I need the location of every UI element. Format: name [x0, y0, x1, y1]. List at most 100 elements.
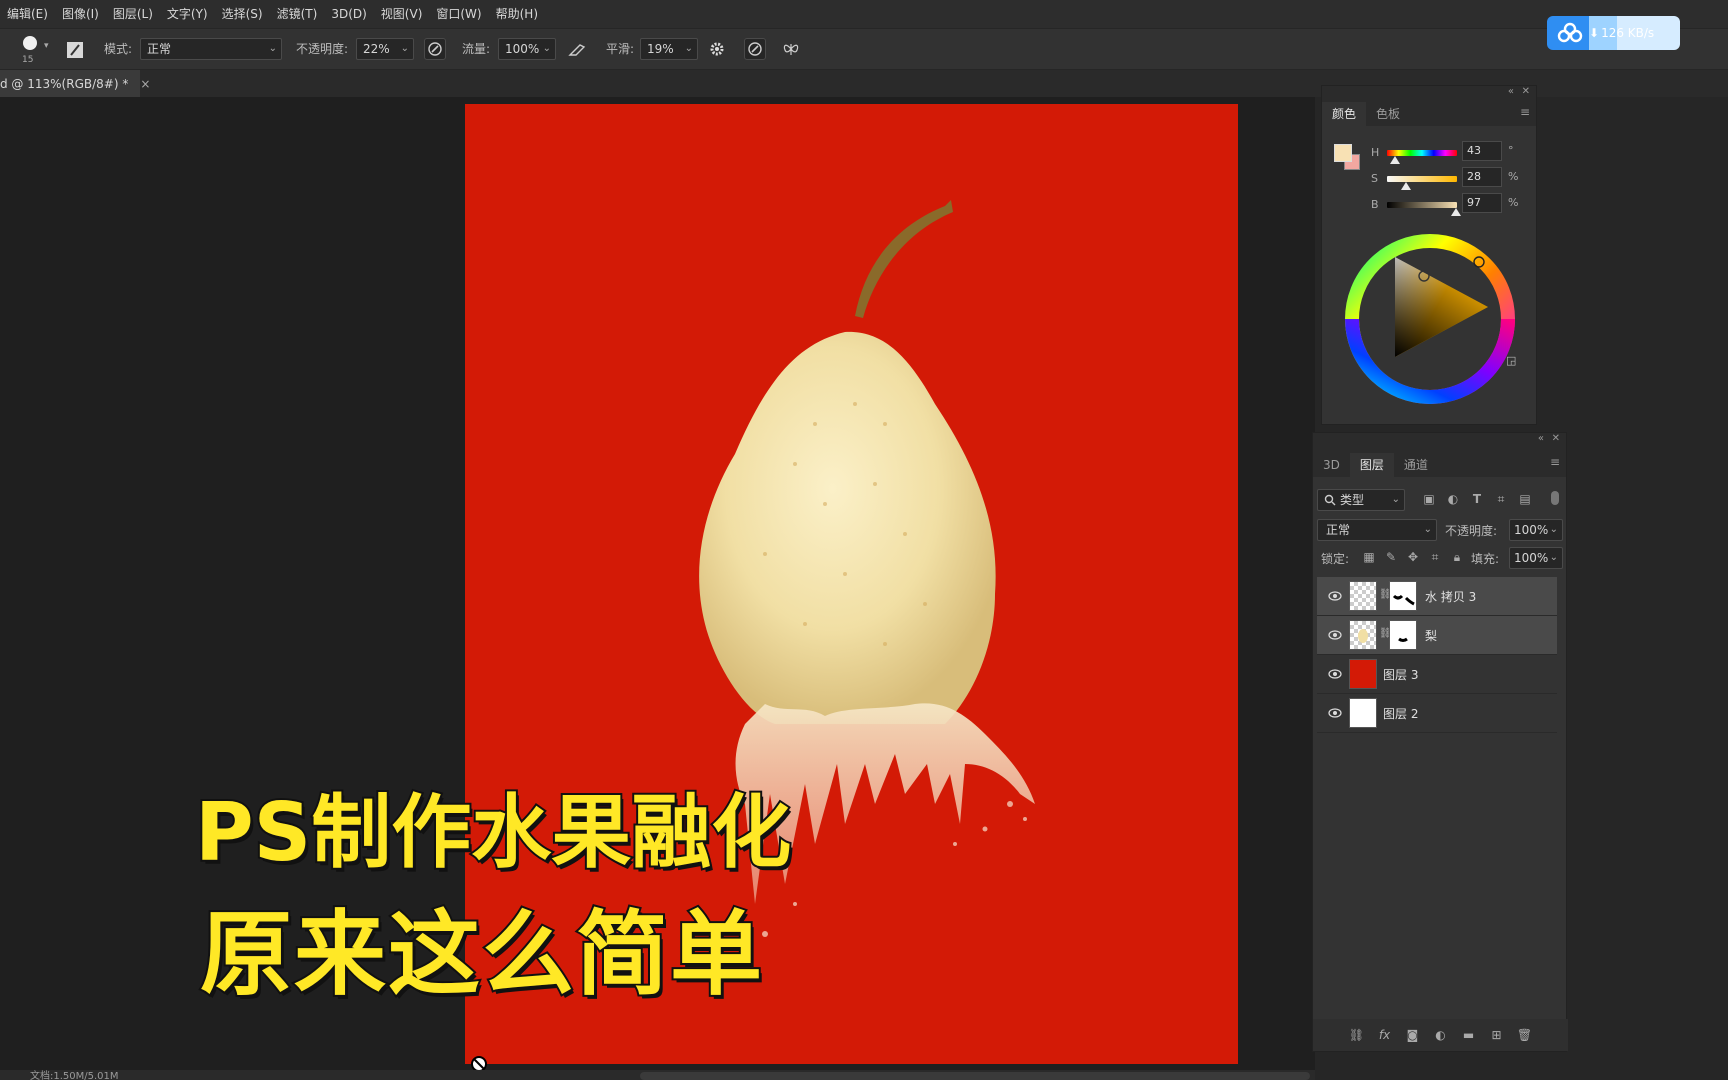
menu-bar: 编辑(E) 图像(I) 图层(L) 文字(Y) 选择(S) 滤镜(T) 3D(D…	[0, 0, 1728, 28]
menu-filter[interactable]: 滤镜(T)	[270, 0, 325, 28]
menu-type[interactable]: 文字(Y)	[160, 0, 215, 28]
tab-channels[interactable]: 通道	[1394, 453, 1438, 477]
tab-swatches[interactable]: 色板	[1366, 102, 1410, 126]
smoothing-options-button[interactable]	[706, 38, 728, 60]
horizontal-scrollbar[interactable]	[640, 1072, 1310, 1080]
menu-edit[interactable]: 编辑(E)	[0, 0, 55, 28]
opacity-field[interactable]: 22% ⌄	[356, 38, 414, 60]
filter-toggle-icon[interactable]	[1551, 491, 1559, 505]
collapse-icon[interactable]: «	[1508, 86, 1514, 97]
color-panel-tabs: 颜色 色板 ≡	[1322, 100, 1536, 126]
mode-select[interactable]: 正常 ⌄	[140, 38, 282, 60]
layer-row-layer-2[interactable]: 图层 2	[1317, 694, 1557, 733]
brush-preset-picker[interactable]: 15 ▾	[14, 33, 54, 67]
menu-help[interactable]: 帮助(H)	[489, 0, 545, 28]
eye-icon[interactable]	[1327, 705, 1343, 721]
menu-view[interactable]: 视图(V)	[374, 0, 430, 28]
close-icon[interactable]: ✕	[1552, 433, 1560, 444]
blend-mode-select[interactable]: 正常 ⌄	[1317, 519, 1437, 541]
brightness-value-field[interactable]: 97	[1462, 193, 1502, 213]
layer-mask-thumbnail[interactable]	[1389, 620, 1417, 650]
image-filter-icon[interactable]: ▣	[1421, 491, 1437, 507]
brush-panel-toggle[interactable]	[64, 39, 86, 61]
type-filter-icon[interactable]: T	[1469, 491, 1485, 507]
menu-image[interactable]: 图像(I)	[55, 0, 106, 28]
shape-filter-icon[interactable]: ⌗	[1493, 491, 1509, 507]
panel-menu-icon[interactable]: ≡	[1520, 105, 1530, 119]
new-layer-icon[interactable]: ⊞	[1489, 1027, 1505, 1043]
layer-name: 图层 3	[1383, 667, 1419, 682]
chevron-down-icon: ⌄	[268, 43, 277, 54]
menu-window[interactable]: 窗口(W)	[429, 0, 488, 28]
layer-row-pear[interactable]: ⛓︎ 梨	[1317, 616, 1557, 655]
lock-image-icon[interactable]: ✎	[1383, 549, 1399, 565]
smart-object-filter-icon[interactable]: ▤	[1517, 491, 1533, 507]
saturation-slider[interactable]	[1387, 176, 1457, 182]
menu-3d[interactable]: 3D(D)	[324, 0, 373, 28]
add-mask-icon[interactable]: ◙	[1405, 1027, 1421, 1043]
layer-opacity-value: 100%	[1514, 523, 1549, 537]
panel-menu-icon[interactable]: ≡	[1550, 455, 1560, 469]
hue-value-field[interactable]: 43	[1462, 141, 1502, 161]
menu-select[interactable]: 选择(S)	[215, 0, 270, 28]
collapse-icon[interactable]: «	[1538, 433, 1544, 444]
layer-thumbnail	[1349, 659, 1377, 689]
download-speed-badge[interactable]: ⬇ 126 KB/s	[1547, 16, 1680, 50]
eye-icon[interactable]	[1327, 627, 1343, 643]
pressure-size-button[interactable]	[744, 38, 766, 60]
document-size-status: 文档:1.50M/5.01M	[30, 1071, 119, 1080]
tab-3d[interactable]: 3D	[1313, 453, 1350, 477]
trash-icon[interactable]: 🗑︎	[1517, 1027, 1533, 1043]
fx-icon[interactable]: fx	[1377, 1027, 1393, 1043]
brightness-key: B	[1371, 198, 1379, 211]
close-icon[interactable]: ✕	[1522, 86, 1530, 97]
layers-panel-header: « ✕	[1313, 433, 1566, 447]
tab-layers[interactable]: 图层	[1349, 453, 1394, 477]
saturation-slider-thumb[interactable]	[1401, 182, 1411, 190]
smooth-field[interactable]: 19% ⌄	[640, 38, 698, 60]
chevron-down-icon: ⌄	[684, 43, 693, 54]
layer-opacity-field[interactable]: 100% ⌄	[1509, 519, 1563, 541]
menu-layer[interactable]: 图层(L)	[106, 0, 160, 28]
brush-tip-icon	[23, 36, 37, 50]
folder-icon[interactable]: ▬	[1461, 1027, 1477, 1043]
eye-icon[interactable]	[1327, 666, 1343, 682]
fill-field[interactable]: 100% ⌄	[1509, 547, 1563, 569]
lock-icons: ▦ ✎ ✥ ⌗ 🔒︎	[1361, 549, 1465, 565]
brightness-slider-thumb[interactable]	[1451, 208, 1461, 216]
foreground-color-swatch[interactable]	[1334, 144, 1352, 162]
layer-row-layer-3[interactable]: 图层 3	[1317, 655, 1557, 694]
saturation-value-field[interactable]: 28	[1462, 167, 1502, 187]
symmetry-button[interactable]	[780, 38, 802, 60]
airbrush-button[interactable]	[566, 38, 588, 60]
chevron-down-icon: ⌄	[1391, 494, 1400, 505]
link-layers-icon[interactable]: ⛓︎	[1349, 1027, 1365, 1043]
pressure-opacity-button[interactable]	[424, 38, 446, 60]
layer-opacity-label: 不透明度:	[1445, 524, 1498, 538]
adjustment-filter-icon[interactable]: ◐	[1445, 491, 1461, 507]
arrow-down-icon: ⬇	[1589, 26, 1600, 40]
lock-artboard-icon[interactable]: ⌗	[1427, 549, 1443, 565]
lock-position-icon[interactable]: ✥	[1405, 549, 1421, 565]
color-wheel[interactable]	[1340, 229, 1520, 409]
butterfly-icon	[783, 44, 799, 55]
tab-color[interactable]: 颜色	[1322, 102, 1367, 126]
layer-mask-thumbnail[interactable]	[1389, 581, 1417, 611]
layer-filter-select[interactable]: 类型 ⌄	[1317, 489, 1405, 511]
document-tab[interactable]: d @ 113%(RGB/8#) * ×	[0, 70, 150, 97]
saturation-key: S	[1371, 172, 1378, 185]
close-icon[interactable]: ×	[140, 77, 150, 91]
out-of-gamut-icon[interactable]: ◲	[1506, 354, 1516, 367]
layer-row-water-copy-3[interactable]: ⛓︎ 水 拷贝 3	[1317, 577, 1557, 616]
lock-transparent-icon[interactable]: ▦	[1361, 549, 1377, 565]
eye-icon[interactable]	[1327, 588, 1343, 604]
lock-all-icon[interactable]: 🔒︎	[1449, 549, 1465, 565]
pressure-pen-icon	[428, 42, 442, 56]
chevron-down-icon: ⌄	[1549, 524, 1558, 535]
hue-slider-thumb[interactable]	[1390, 156, 1400, 164]
blend-mode-value: 正常	[1326, 523, 1351, 537]
hue-key: H	[1371, 146, 1380, 159]
flow-field[interactable]: 100% ⌄	[498, 38, 556, 60]
brightness-slider[interactable]	[1387, 202, 1457, 208]
adjustment-layer-icon[interactable]: ◐	[1433, 1027, 1449, 1043]
